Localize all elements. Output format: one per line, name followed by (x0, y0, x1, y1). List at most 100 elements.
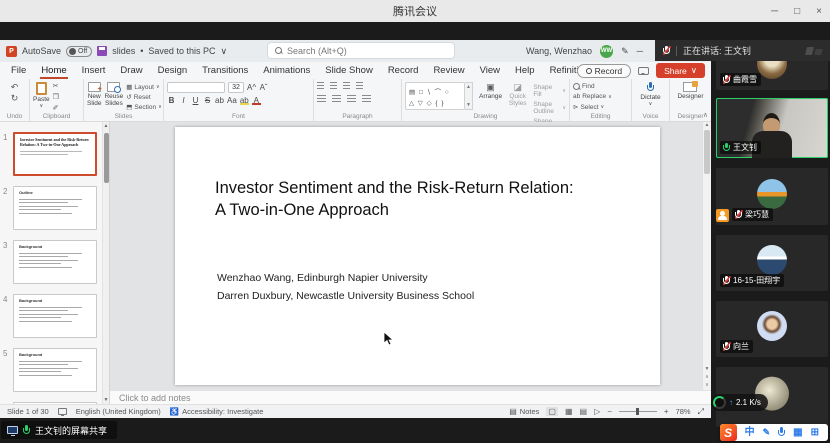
slide-thumbnail[interactable]: 2 Outline (3, 186, 97, 230)
user-avatar[interactable]: WW (600, 45, 613, 58)
dictate-button[interactable]: Dictate ∨ (640, 82, 660, 108)
search-box[interactable]: Search (Alt+Q) (268, 43, 454, 58)
slide-authors[interactable]: Wenzhao Wang, Edinburgh Napier Universit… (217, 269, 622, 307)
autosave-toggle[interactable]: Off (66, 46, 92, 57)
editor-scrollbar[interactable]: ▲ ▼ ∧ ∨ (702, 122, 711, 390)
redo-icon[interactable]: ↻ (11, 93, 19, 103)
slide-sorter-view-button[interactable]: ▦ (565, 407, 573, 416)
reading-view-button[interactable]: ▤ (580, 407, 588, 416)
slideshow-button[interactable]: ▷ (594, 407, 600, 416)
slide-thumbnail[interactable]: 4 Background (3, 294, 97, 338)
ribbon-tab[interactable]: View (479, 62, 501, 79)
align-center-icon[interactable] (332, 95, 341, 102)
participant-tile[interactable]: ↑ 2.1 K/s (716, 367, 828, 427)
quick-styles-button[interactable]: ◪ Quick Styles (505, 82, 530, 107)
ribbon-tab[interactable]: Insert (81, 62, 107, 79)
notes-toggle[interactable]: ▤ Notes (509, 407, 539, 416)
find-button[interactable]: Find (573, 83, 595, 90)
scroll-down-icon[interactable]: ▼ (705, 366, 710, 372)
ribbon-tab[interactable]: Slide Show (324, 62, 374, 79)
change-case-button[interactable]: Aa (227, 96, 237, 105)
share-button[interactable]: Share∨ (656, 63, 705, 78)
ime-voice-icon[interactable] (778, 427, 785, 438)
indent-decrease-icon[interactable] (343, 82, 350, 89)
edit-pencil-icon[interactable]: ✎ (621, 46, 629, 57)
slide-title[interactable]: Investor Sentiment and the Risk-Return R… (215, 177, 622, 222)
ribbon-tab[interactable]: Transitions (201, 62, 249, 79)
ppt-minimize-button[interactable]: ─ (637, 46, 643, 56)
indent-increase-icon[interactable] (356, 82, 363, 89)
shrink-font-button[interactable]: Aˇ (259, 83, 268, 92)
slide-thumbnail[interactable]: 1 Investor Sentiment and the Risk-Return… (3, 132, 97, 176)
layout-button[interactable]: ▦Layout∨ (126, 83, 159, 91)
maximize-button[interactable]: □ (794, 6, 800, 17)
underline-button[interactable]: U (191, 96, 200, 105)
select-button[interactable]: ⊳Select∨ (573, 103, 604, 111)
ribbon-tab[interactable]: File (10, 62, 27, 79)
scroll-up-icon[interactable]: ▲ (705, 122, 710, 128)
bullets-icon[interactable] (317, 82, 324, 89)
bold-button[interactable]: B (167, 96, 176, 105)
scroll-down-icon[interactable]: ▼ (104, 396, 109, 404)
ribbon-tab[interactable]: Home (40, 62, 67, 79)
zoom-slider-knob[interactable] (636, 408, 639, 415)
sogou-logo[interactable]: S (720, 424, 737, 441)
align-left-icon[interactable] (317, 95, 326, 102)
panel-scrollbar[interactable]: ▲ ▼ (102, 122, 109, 404)
ribbon-tab[interactable]: Review (432, 62, 465, 79)
screen-share-banner[interactable]: 王文钊的屏幕共享 (1, 421, 117, 439)
numbering-icon[interactable] (330, 82, 337, 89)
zoom-level[interactable]: 78% (676, 407, 691, 416)
ime-keyboard-icon[interactable]: ▦ (793, 424, 802, 441)
participant-tile[interactable]: 梁巧慧 (716, 168, 828, 225)
replace-button[interactable]: abReplace∨ (573, 93, 612, 100)
paste-button[interactable]: Paste ∨ (33, 82, 50, 110)
align-right-icon[interactable] (347, 95, 356, 102)
participant-tile[interactable]: 王文钊 (716, 98, 828, 158)
minimize-button[interactable]: ─ (771, 6, 778, 17)
reset-button[interactable]: ↺Reset (126, 93, 150, 101)
doc-caret-icon[interactable]: ∨ (220, 46, 227, 57)
grow-font-button[interactable]: A^ (247, 83, 256, 92)
shapes-gallery[interactable]: ▤ □ ∖ ⌒ ○ △ ▽ ◇ { } (405, 82, 465, 110)
ribbon-tab[interactable]: Help (514, 62, 536, 79)
slide-thumbnail[interactable]: 3 Background (3, 240, 97, 284)
reuse-slides-button[interactable]: Reuse Slides (104, 82, 123, 107)
notes-bar[interactable]: Click to add notes (110, 390, 711, 404)
cut-icon[interactable]: ✂ (53, 82, 59, 92)
ribbon-tab[interactable]: Draw (119, 62, 143, 79)
accessibility-status[interactable]: ♿ Accessibility: Investigate (170, 407, 264, 416)
zoom-out-button[interactable]: − (607, 407, 612, 416)
normal-view-button[interactable]: ▢ (546, 407, 558, 416)
copy-icon[interactable]: ❐ (53, 93, 59, 103)
fit-to-window-icon[interactable]: ⤢ (698, 407, 704, 417)
font-size-input[interactable]: 32 (228, 82, 244, 93)
ribbon-tab[interactable]: Animations (262, 62, 311, 79)
new-slide-button[interactable]: New Slide (87, 82, 101, 107)
arrange-button[interactable]: ▣ Arrange (479, 82, 502, 100)
comments-icon[interactable] (638, 67, 649, 75)
font-color-button[interactable]: A (252, 96, 261, 105)
text-effects-button[interactable]: ab (215, 96, 224, 105)
ime-language-button[interactable]: 中 (745, 424, 755, 441)
participant-tile[interactable]: 16-15-田翔宇 (716, 235, 828, 291)
section-button[interactable]: ⬒Section∨ (126, 103, 162, 111)
slide-thumbnail[interactable]: 5 Background (3, 348, 97, 392)
record-button[interactable]: Record (577, 64, 631, 78)
user-name[interactable]: Wang, Wenzhao (526, 46, 592, 56)
ribbon-tab[interactable]: Record (387, 62, 420, 79)
display-settings-icon[interactable] (58, 408, 67, 415)
designer-button[interactable]: Designer (677, 82, 703, 100)
ime-pen-icon[interactable]: ✎ (763, 424, 771, 441)
collapse-ribbon-icon[interactable]: ∧ (703, 111, 708, 119)
save-icon[interactable] (97, 46, 107, 56)
previous-slide-icon[interactable]: ∧ (705, 374, 709, 380)
ribbon-tab[interactable]: Design (157, 62, 189, 79)
zoom-in-button[interactable]: + (664, 407, 669, 416)
undo-icon[interactable]: ↶ (11, 82, 19, 92)
document-title[interactable]: slides (112, 46, 135, 56)
zoom-slider[interactable] (619, 411, 657, 412)
participant-tile[interactable]: 向兰 (716, 301, 828, 357)
strikethrough-button[interactable]: S (203, 96, 212, 105)
slide-canvas[interactable]: Investor Sentiment and the Risk-Return R… (175, 127, 660, 385)
